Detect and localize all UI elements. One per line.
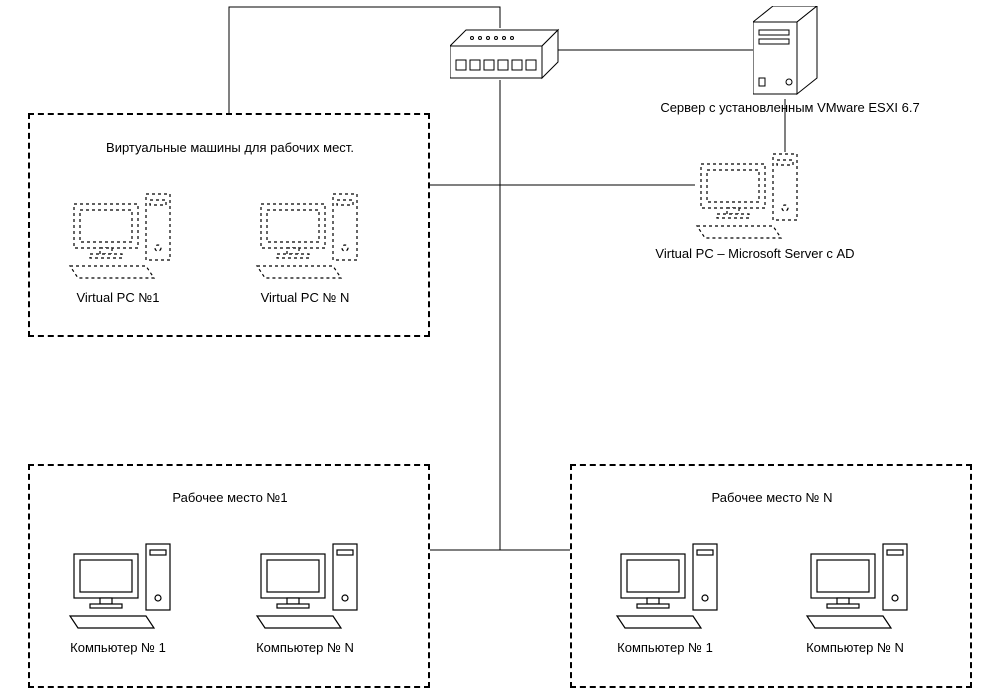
vm-pc-n-label: Virtual PC № N — [225, 290, 385, 305]
vm-pc-1-icon — [68, 190, 158, 270]
ws1-pc-1-label: Компьютер № 1 — [38, 640, 198, 655]
switch-icon — [450, 28, 560, 80]
diagram-canvas: Сервер с установленным VMware ESXI 6.7 V… — [0, 0, 1008, 699]
server-icon — [753, 6, 823, 96]
ad-pc-label: Virtual PC – Microsoft Server с AD — [640, 246, 870, 261]
wsn-pc-n-label: Компьютер № N — [775, 640, 935, 655]
vm-pc-1-label: Virtual PC №1 — [38, 290, 198, 305]
server-label: Сервер с установленным VMware ESXI 6.7 — [640, 100, 940, 115]
group-wsn-title: Рабочее место № N — [602, 490, 942, 505]
ws1-pc-n-label: Компьютер № N — [225, 640, 385, 655]
group-ws1-title: Рабочее место №1 — [60, 490, 400, 505]
ad-pc-icon — [695, 150, 785, 230]
ws1-pc-1-icon — [68, 540, 158, 620]
wsn-pc-1-icon — [615, 540, 705, 620]
group-vms-title: Виртуальные машины для рабочих мест. — [60, 140, 400, 155]
wsn-pc-n-icon — [805, 540, 895, 620]
wsn-pc-1-label: Компьютер № 1 — [585, 640, 745, 655]
vm-pc-n-icon — [255, 190, 345, 270]
ws1-pc-n-icon — [255, 540, 345, 620]
